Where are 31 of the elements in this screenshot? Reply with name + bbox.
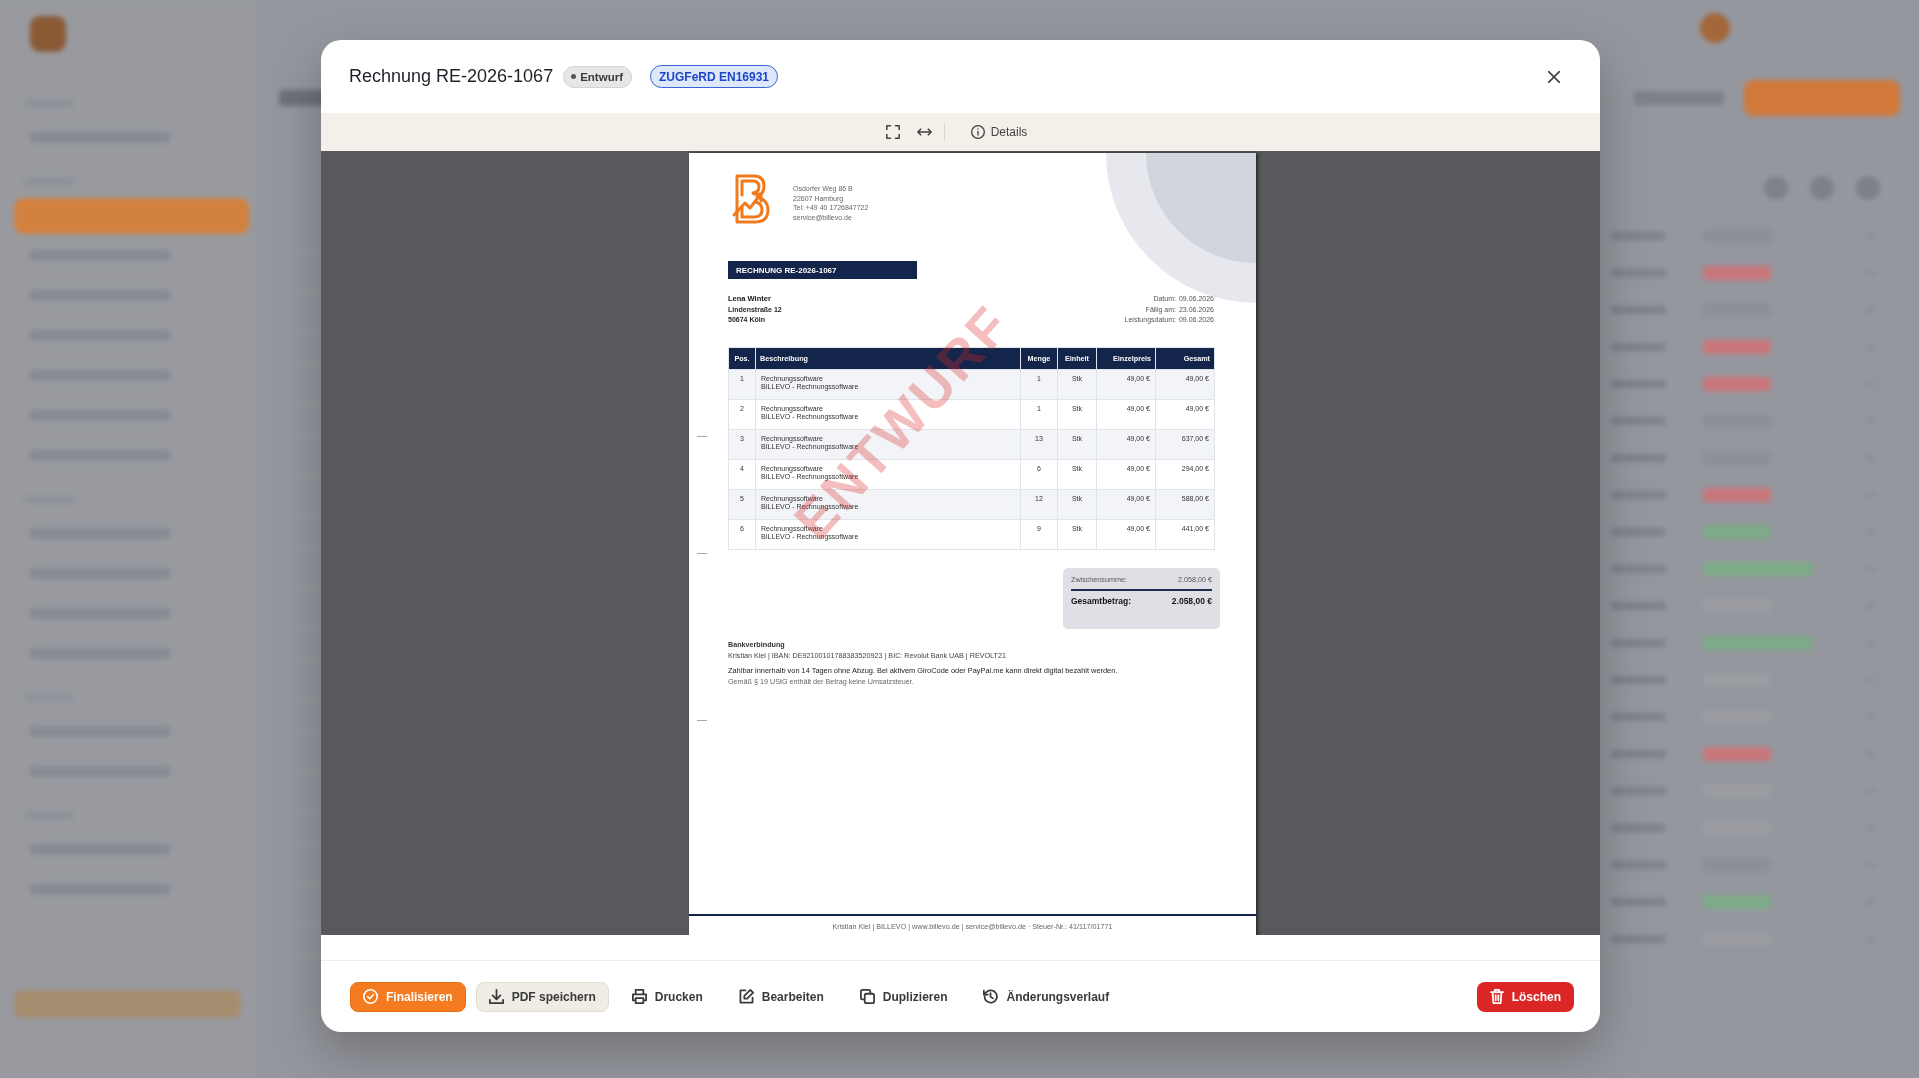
expand-icon [885, 125, 900, 139]
save-pdf-button[interactable]: PDF speichern [475, 981, 609, 1012]
close-icon [1548, 70, 1560, 83]
fold-mark [697, 553, 707, 554]
close-button[interactable] [1548, 70, 1560, 83]
download-icon [488, 989, 504, 1004]
fit-width-button[interactable] [916, 128, 932, 136]
trash-icon [1489, 989, 1504, 1004]
info-icon [970, 125, 985, 139]
status-label: Entwurf [580, 70, 623, 83]
details-button[interactable]: Details [970, 125, 1028, 139]
dialog-title: Rechnung RE-2026-1067 [349, 66, 554, 87]
invoice-heading: RECHNUNG RE-2026-1067 [728, 261, 917, 279]
status-dot-icon [571, 74, 577, 79]
total-label: Gesamtbetrag: [1071, 595, 1131, 606]
delete-button[interactable]: Löschen [1476, 981, 1574, 1012]
fullscreen-button[interactable] [885, 125, 900, 139]
duplicate-button[interactable]: Duplizieren [846, 981, 961, 1012]
edit-button[interactable]: Bearbeiten [725, 981, 837, 1012]
printer-icon [631, 989, 647, 1004]
history-button[interactable]: Änderungsverlauf [970, 981, 1123, 1012]
print-button[interactable]: Drucken [618, 981, 716, 1012]
fold-mark [697, 436, 707, 437]
logo-icon [731, 173, 771, 225]
total-value: 2.058,00 € [1171, 595, 1212, 606]
history-icon [983, 989, 999, 1004]
format-badge: ZUGFeRD EN16931 [649, 65, 778, 88]
copy-icon [859, 989, 875, 1004]
horizontal-arrows-icon [916, 128, 932, 136]
fold-mark [697, 720, 707, 721]
check-circle-icon [363, 989, 378, 1004]
